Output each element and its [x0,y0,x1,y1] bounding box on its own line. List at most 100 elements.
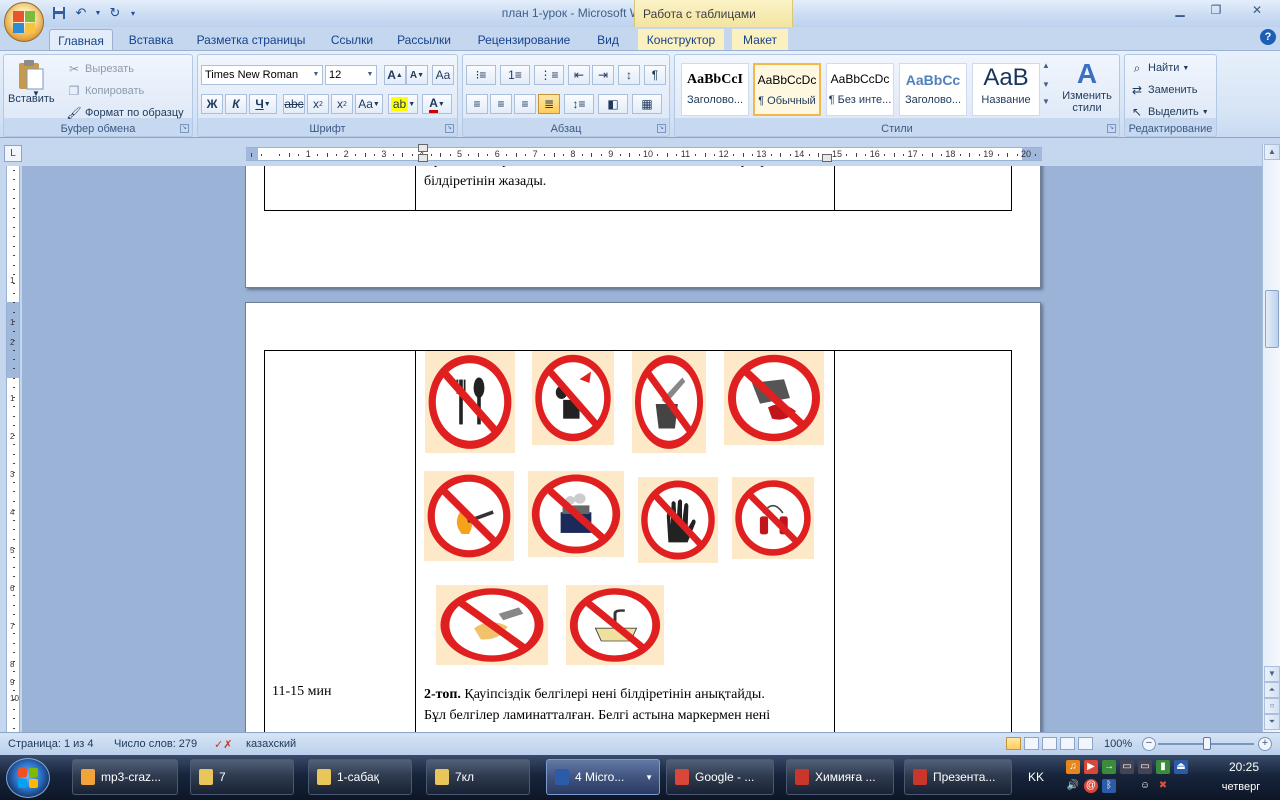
tray-app-icon[interactable]: ♫ [1066,760,1080,774]
vertical-ruler[interactable]: 11212345678910 [6,166,20,732]
page-count[interactable]: Страница: 1 из 4 [8,738,94,750]
bullets-button[interactable]: ⁝≡ [466,65,496,85]
right-indent-marker[interactable] [822,154,832,162]
increase-indent-button[interactable]: ⇥ [592,65,614,85]
browse-object-icon[interactable]: ○ [1264,698,1280,714]
prohibition-sign-heat-icon[interactable] [528,471,624,557]
minimize-icon[interactable]: ▁ [1162,0,1198,20]
restore-icon[interactable]: ❐ [1198,0,1234,20]
print-layout-view-icon[interactable] [1006,737,1021,750]
chevron-down-icon[interactable]: ▼ [1042,80,1050,89]
change-case-button[interactable]: Aa ▼ [355,94,383,114]
battery-icon[interactable]: ▮ [1156,760,1170,774]
format-painter-button[interactable]: 🖌 Формат по образцу [66,105,183,121]
scroll-down-icon[interactable]: ▼ [1264,666,1280,682]
table-cell[interactable] [834,350,1012,732]
prohibition-sign-fire-icon[interactable] [424,471,514,561]
prohibition-sign-taste-icon[interactable] [532,351,614,445]
tab-review[interactable]: Рецензирование [468,29,580,50]
tray-network-error-icon[interactable]: ✖ [1156,779,1170,793]
web-layout-view-icon[interactable] [1042,737,1057,750]
tab-design[interactable]: Конструктор [638,29,724,50]
shrink-font-button[interactable]: A ▼ [406,65,428,85]
start-button[interactable] [6,758,50,798]
styles-launcher-icon[interactable]: ↘ [1107,124,1116,133]
font-color-button[interactable]: A ▼ [422,94,452,114]
office-button[interactable] [4,2,44,42]
word-count[interactable]: Число слов: 279 [114,738,197,750]
prohibition-sign-pour-icon[interactable] [632,351,706,453]
antivirus-icon[interactable]: @ [1084,779,1098,793]
zoom-in-icon[interactable]: + [1258,737,1272,751]
language-bar[interactable]: KK [1028,770,1044,784]
tab-mailings[interactable]: Рассылки [390,29,458,50]
sort-button[interactable]: ↕ [618,65,640,85]
taskbar-item[interactable]: Презента... [904,759,1012,795]
prohibition-sign-gas-icon[interactable] [732,477,814,559]
style-heading2[interactable]: AaBbCc Заголово... [899,63,967,116]
volume-icon[interactable]: 🔊 [1066,779,1080,793]
replace-button[interactable]: ⇄ Заменить [1129,82,1197,98]
tray-player-icon[interactable]: ▶ [1084,760,1098,774]
chevron-down-icon[interactable]: ▼ [310,66,322,84]
more-icon[interactable]: ▼ [1042,97,1050,106]
subscript-button[interactable]: x2 [307,94,329,114]
find-button[interactable]: ⌕ Найти ▼ [1129,60,1190,76]
chevron-down-icon[interactable]: ▼ [364,66,376,84]
hanging-indent-marker[interactable] [418,154,428,162]
align-right-button[interactable]: ≡ [514,94,536,114]
zoom-level[interactable]: 100% [1104,738,1132,750]
highlight-button[interactable]: ab ▼ [388,94,418,114]
select-button[interactable]: ↖ Выделить ▼ [1129,104,1209,120]
taskbar-item[interactable]: 4 Micro... ▼ [546,759,660,795]
help-icon[interactable]: ? [1260,29,1276,45]
justify-button[interactable]: ≣ [538,94,560,114]
decrease-indent-button[interactable]: ⇤ [568,65,590,85]
time-text[interactable]: 11-15 мин [272,681,332,702]
body-paragraph[interactable]: Бұл белгілер ламинатталған. Белгі астына… [424,166,828,192]
font-size-combo[interactable]: 12 ▼ [325,65,377,85]
multilevel-list-button[interactable]: ⋮≡ [534,65,564,85]
previous-page-icon[interactable]: ⏶ [1264,682,1280,698]
prohibition-sign-sink-icon[interactable] [566,585,664,665]
first-line-indent-marker[interactable] [418,144,428,152]
style-title[interactable]: AaB Название [972,63,1040,116]
prohibition-sign-spill-icon[interactable] [724,351,824,445]
clock-day[interactable]: четверг [1206,781,1276,793]
align-center-button[interactable]: ≡ [490,94,512,114]
tab-layout[interactable]: Макет [732,29,788,50]
clipboard-launcher-icon[interactable]: ↘ [180,124,189,133]
paste-dropdown-icon[interactable]: ▼ [32,89,40,98]
tab-home[interactable]: Главная [49,29,113,50]
vertical-scrollbar[interactable]: ▲ ▼ ⏶ ○ ⏷ [1262,144,1280,732]
tab-view[interactable]: Вид [588,29,628,50]
styles-scroll[interactable]: ▲ ▼ ▼ [1042,61,1050,106]
clear-formatting-button[interactable]: Aa [432,65,454,85]
display-icon[interactable]: ▭ [1138,760,1152,774]
draft-view-icon[interactable] [1078,737,1093,750]
style-no-spacing[interactable]: AaBbCcDc ¶ Без инте... [826,63,894,116]
numbering-button[interactable]: 1≡ [500,65,530,85]
chevron-down-icon[interactable]: ▼ [645,773,653,782]
grow-font-button[interactable]: A ▲ [384,65,406,85]
undo-icon[interactable]: ↶ [72,4,90,22]
show-marks-button[interactable]: ¶ [644,65,666,85]
bold-button[interactable]: Ж [201,94,223,114]
tray-figure-icon[interactable]: ☺ [1138,779,1152,793]
paragraph-launcher-icon[interactable]: ↘ [657,124,666,133]
proofing-icon[interactable]: ✓✗ [214,738,232,751]
full-screen-reading-view-icon[interactable] [1024,737,1039,750]
align-left-button[interactable]: ≡ [466,94,488,114]
italic-button[interactable]: К [225,94,247,114]
scroll-thumb[interactable] [1265,290,1279,348]
safe-remove-icon[interactable]: ⏏ [1174,760,1188,774]
cut-button[interactable]: ✂ Вырезать [66,61,134,77]
shading-button[interactable]: ◧ [598,94,628,114]
redo-icon[interactable]: ↻ [106,4,124,22]
prohibition-sign-cutlery-icon[interactable] [425,351,515,453]
prohibition-sign-hand-icon[interactable] [638,477,718,563]
bluetooth-icon[interactable]: ᛒ [1102,779,1116,793]
taskbar-item[interactable]: mp3-craz... [72,759,178,795]
tab-insert[interactable]: Вставка [120,29,182,50]
scroll-up-icon[interactable]: ▲ [1264,144,1280,160]
